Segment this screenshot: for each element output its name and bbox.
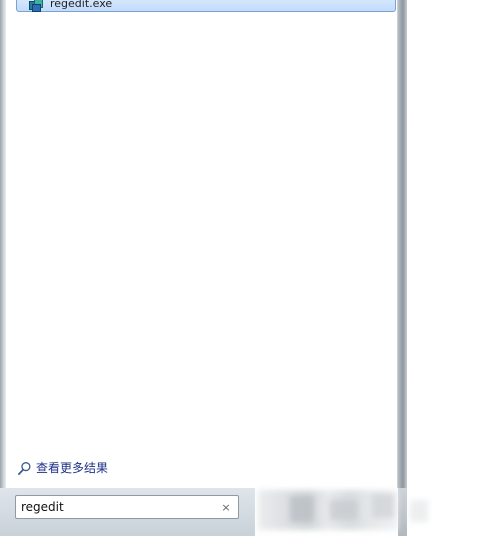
menu-frame-right-edge <box>398 0 407 536</box>
search-input[interactable] <box>16 497 218 517</box>
result-item-regedit[interactable]: regedit.exe <box>16 0 396 12</box>
search-results-panel: regedit.exe 查看更多结果 <box>6 0 398 488</box>
menu-frame-right-bottom <box>398 488 407 536</box>
start-search-box[interactable]: × <box>15 495 239 519</box>
blurred-taskbar-region-tile <box>330 500 358 520</box>
see-more-results-label: 查看更多结果 <box>36 461 109 475</box>
regedit-icon <box>29 0 43 12</box>
blurred-taskbar-region-tile <box>290 496 314 522</box>
blurred-taskbar-region-tile <box>372 494 394 518</box>
result-item-label: regedit.exe <box>50 0 113 10</box>
search-magnifier-icon <box>18 461 31 475</box>
clear-search-button[interactable]: × <box>218 499 234 515</box>
start-menu: regedit.exe 查看更多结果 × <box>0 0 503 536</box>
clear-x-icon: × <box>221 500 231 514</box>
see-more-results-link[interactable]: 查看更多结果 <box>17 459 108 477</box>
blurred-taskbar-region-tile <box>410 500 428 522</box>
